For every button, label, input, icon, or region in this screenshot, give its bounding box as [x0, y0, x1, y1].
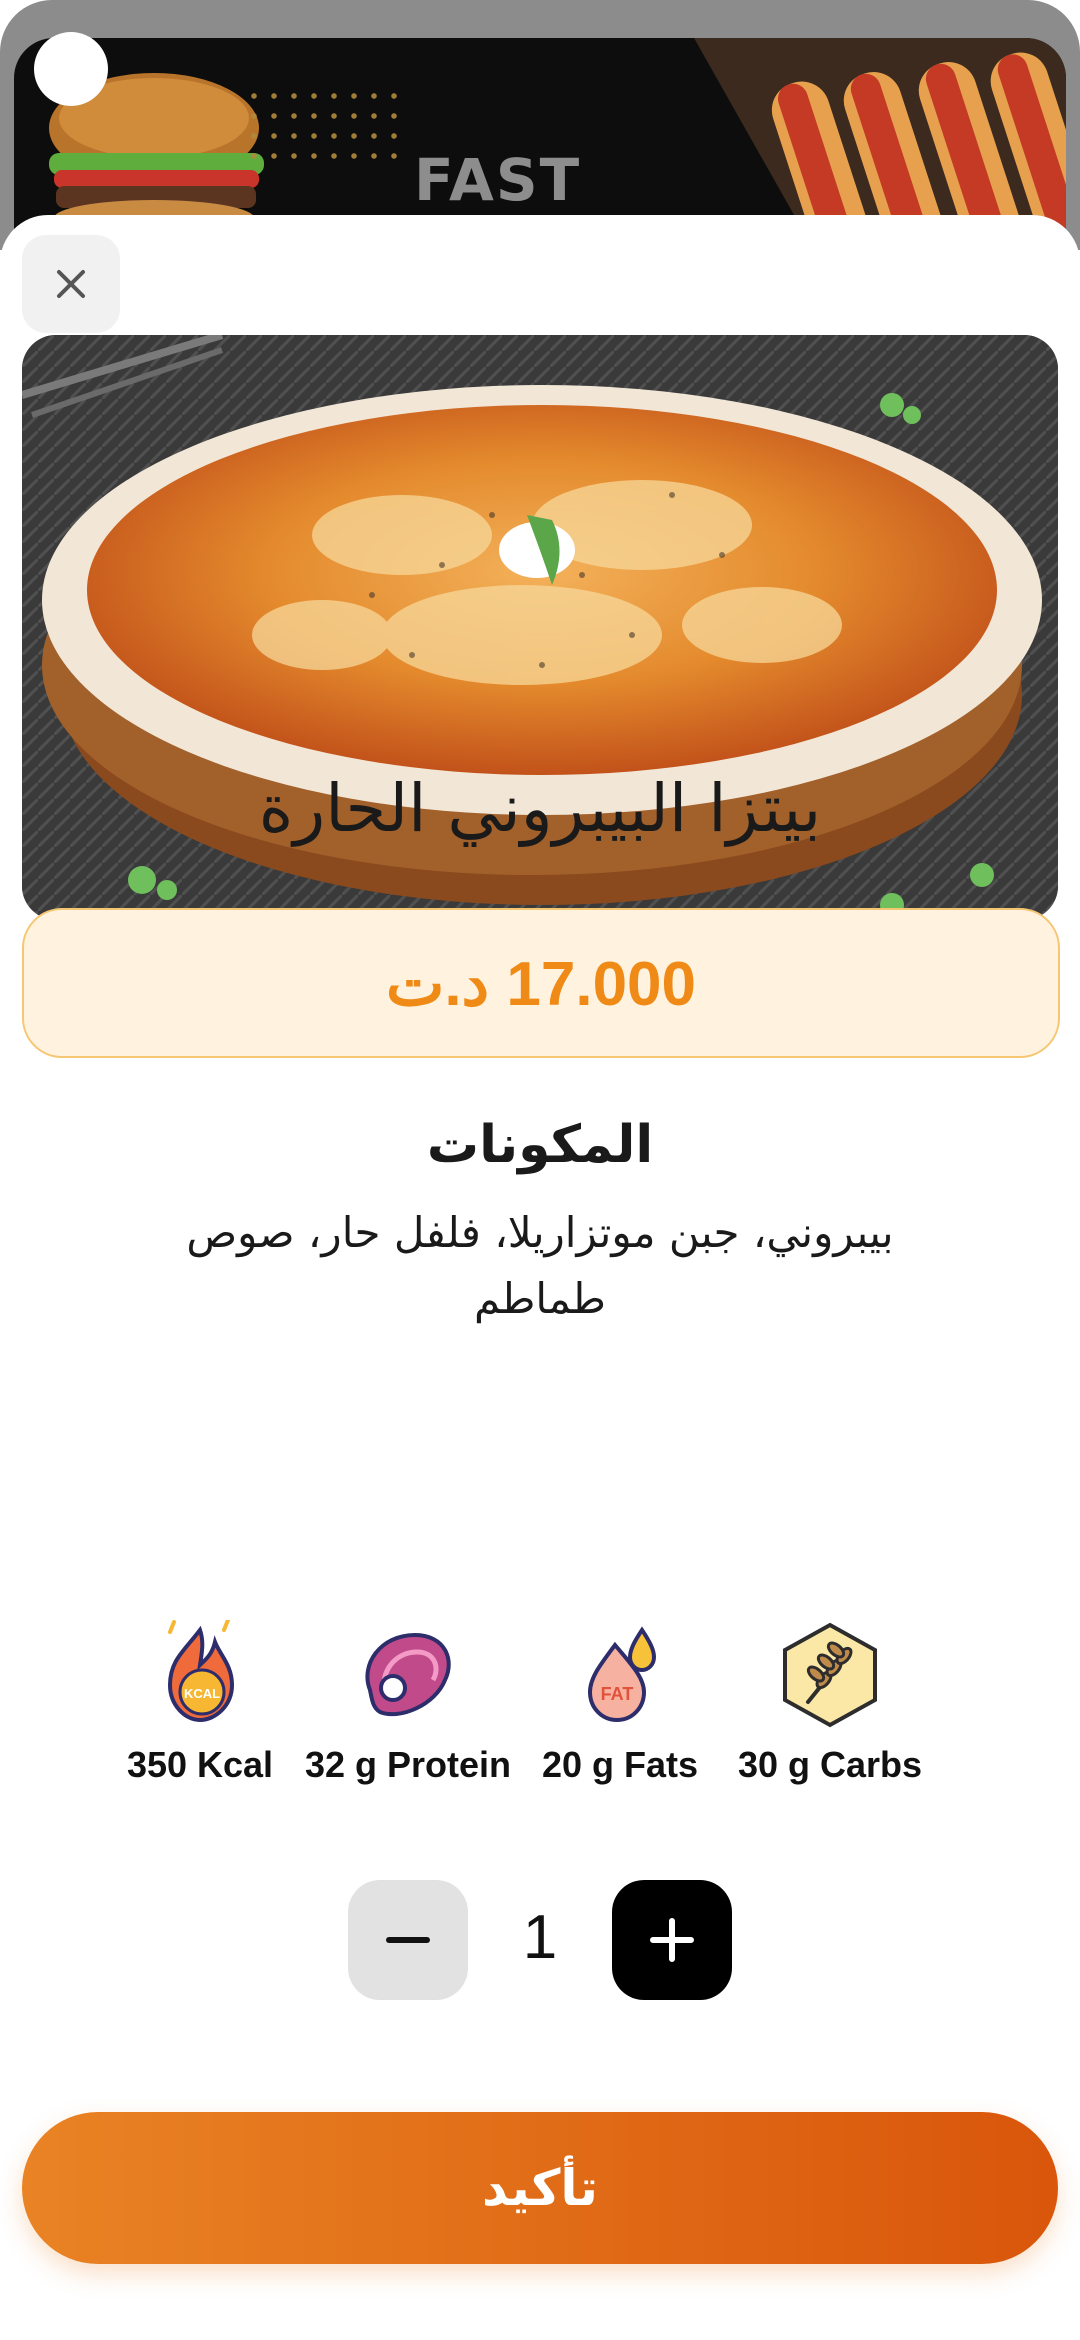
product-title: بيتزا البيبروني الحارة [258, 770, 822, 847]
close-button[interactable] [22, 235, 120, 333]
quantity-stepper: 1 [348, 1880, 732, 2002]
carbs-wheat-icon [783, 1622, 877, 1728]
minus-icon [386, 1937, 430, 1943]
ingredients-text: بيبروني، جبن موتزاريلا، فلفل حار، صوص طم… [186, 1208, 894, 1323]
confirm-button-label: تأكيد [482, 2159, 598, 2217]
banner-text: FAST [414, 146, 582, 214]
nutrition-row: KCAL 350 Kcal 32 g Protein FAT 20 g Fats… [127, 1618, 950, 1800]
plus-icon [650, 1918, 694, 1962]
confirm-button[interactable]: تأكيد [22, 2112, 1058, 2264]
increase-quantity-button[interactable] [612, 1880, 732, 2000]
nutrition-carbs-label: 30 g Carbs [737, 1744, 923, 1785]
quantity-value: 1 [522, 1903, 558, 1972]
nutrition-kcal: KCAL 350 Kcal [100, 1618, 300, 1786]
decorative-dots [244, 86, 404, 166]
svg-text:KCAL: KCAL [184, 1686, 220, 1701]
svg-text:FAT: FAT [601, 1684, 634, 1704]
background-banner: FAST [0, 0, 1080, 250]
ingredients-heading: المكونات [426, 1115, 654, 1175]
phone-screen: FAST بيتزا البيبروني الحارة 17.000 د.ت ا… [0, 0, 1080, 2340]
product-price: 17.000 د.ت [385, 949, 697, 1019]
protein-steak-icon [365, 1632, 451, 1717]
nutrition-protein: 32 g Protein [305, 1620, 512, 1786]
price-box: 17.000 د.ت [22, 908, 1060, 1058]
nutrition-kcal-label: 350 Kcal [126, 1744, 274, 1785]
product-bottom-sheet: بيتزا البيبروني الحارة 17.000 د.ت المكون… [0, 215, 1080, 2340]
kcal-flame-icon: KCAL [167, 1618, 235, 1723]
close-icon [57, 270, 85, 298]
fat-drop-icon: FAT [587, 1626, 657, 1723]
camera-cutout [34, 32, 108, 106]
decrease-quantity-button[interactable] [348, 1880, 468, 2000]
nutrition-protein-label: 32 g Protein [305, 1744, 512, 1785]
nutrition-fats-label: 20 g Fats [541, 1744, 699, 1785]
nutrition-fats: FAT 20 g Fats [520, 1620, 720, 1786]
nutrition-carbs: 30 g Carbs [730, 1620, 930, 1786]
